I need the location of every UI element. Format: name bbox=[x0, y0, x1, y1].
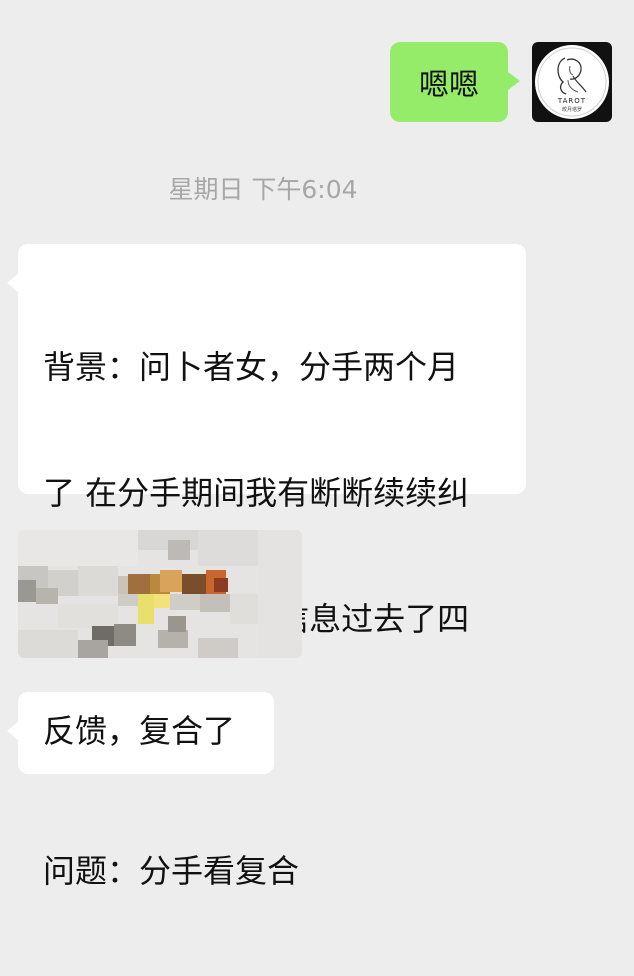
message-timestamp: 星期日 下午6:04 bbox=[168, 175, 358, 204]
tarot-logo-icon: TAROT 皎月塔罗 bbox=[535, 45, 609, 119]
incoming-image-message[interactable] bbox=[18, 530, 302, 658]
avatar-label: TAROT bbox=[557, 97, 586, 105]
message-line: 背景：问卜者女，分手两个月 bbox=[43, 348, 460, 386]
incoming-message-bubble-1[interactable]: 背景：问卜者女，分手两个月 了 在分手期间我有断断续续纠 缠 距离上一次发信息过… bbox=[7, 244, 526, 890]
outgoing-message-text: 嗯嗯 bbox=[419, 68, 479, 103]
incoming-message-bubble-2[interactable]: 反馈，复合了 bbox=[7, 692, 274, 774]
avatar-sub-label: 皎月塔罗 bbox=[562, 106, 582, 113]
message-text: 反馈，复合了 bbox=[43, 712, 236, 750]
outgoing-message-bubble[interactable]: 嗯嗯 bbox=[390, 42, 520, 122]
message-line: 问题：分手看复合 bbox=[43, 852, 300, 890]
pixelated-photo-image bbox=[18, 530, 302, 658]
user-avatar[interactable]: TAROT 皎月塔罗 bbox=[532, 42, 612, 122]
message-line: 了 在分手期间我有断断续续纠 bbox=[43, 474, 470, 512]
